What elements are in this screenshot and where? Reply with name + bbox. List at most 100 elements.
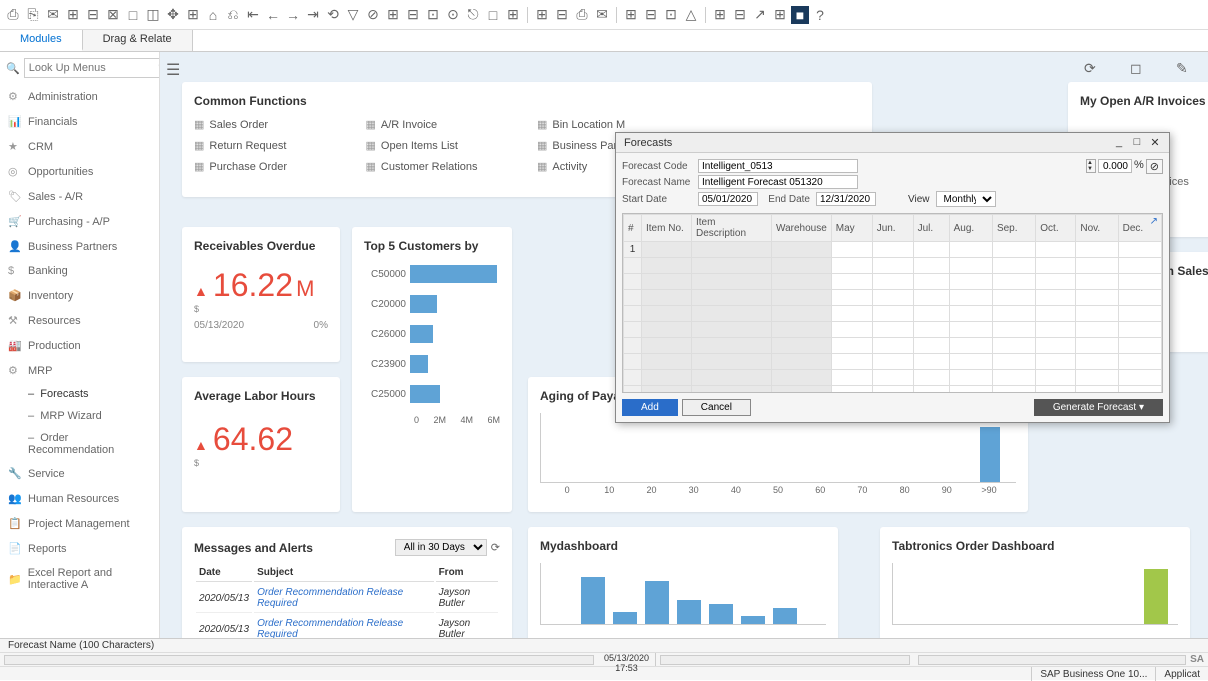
menu-item[interactable]: $Banking: [0, 259, 159, 283]
table-row[interactable]: 2020/05/13Order Recommendation Release R…: [196, 615, 498, 638]
toolbar-icon[interactable]: ⊟: [642, 6, 660, 24]
toolbar-icon[interactable]: ⎘: [24, 6, 42, 24]
cancel-button[interactable]: Cancel: [682, 399, 751, 416]
grid-row[interactable]: [624, 370, 1162, 386]
hamburger-icon[interactable]: ☰: [166, 60, 180, 80]
pct-stepper[interactable]: ▲▼: [1086, 159, 1096, 173]
grid-header[interactable]: Nov.: [1076, 215, 1118, 242]
minimize-icon[interactable]: _: [1113, 136, 1125, 149]
toolbar-icon[interactable]: ⊟: [553, 6, 571, 24]
refresh-icon[interactable]: ⟳: [491, 541, 500, 554]
toolbar-icon[interactable]: □: [484, 6, 502, 24]
grid-header[interactable]: Oct.: [1036, 215, 1076, 242]
menu-item[interactable]: ★CRM: [0, 134, 159, 159]
tab-drag-relate[interactable]: Drag & Relate: [83, 30, 193, 51]
grid-row[interactable]: [624, 386, 1162, 394]
function-item[interactable]: ▦Purchase Order: [194, 160, 346, 173]
function-item[interactable]: ▦Sales Order: [194, 118, 346, 131]
column-header[interactable]: From: [436, 564, 498, 582]
toolbar-icon[interactable]: ⊟: [84, 6, 102, 24]
column-header[interactable]: Subject: [254, 564, 434, 582]
toolbar-icon[interactable]: ⊞: [384, 6, 402, 24]
toolbar-icon[interactable]: ⇥: [304, 6, 322, 24]
menu-item[interactable]: 🔧Service: [0, 461, 159, 486]
toolbar-icon[interactable]: ⊞: [771, 6, 789, 24]
toolbar-icon[interactable]: ⊞: [533, 6, 551, 24]
scrollbar[interactable]: [660, 655, 910, 665]
toolbar-icon[interactable]: ■: [791, 6, 809, 24]
toolbar-icon[interactable]: ⊞: [184, 6, 202, 24]
toolbar-icon[interactable]: ⇤: [244, 6, 262, 24]
view-select[interactable]: Monthly: [936, 191, 996, 207]
toolbar-icon[interactable]: ✥: [164, 6, 182, 24]
grid-header[interactable]: Item No.: [642, 215, 692, 242]
grid-row[interactable]: [624, 338, 1162, 354]
toolbar-icon[interactable]: ⊞: [711, 6, 729, 24]
toolbar-icon[interactable]: ⊡: [662, 6, 680, 24]
forecast-name-input[interactable]: [698, 175, 858, 189]
function-item[interactable]: ▦Customer Relations: [366, 160, 518, 173]
grid-header[interactable]: #: [624, 215, 642, 242]
grid-row[interactable]: [624, 322, 1162, 338]
edit-icon[interactable]: ✎: [1176, 60, 1192, 76]
table-row[interactable]: 2020/05/13Order Recommendation Release R…: [196, 584, 498, 613]
grid-header[interactable]: Jul.: [913, 215, 949, 242]
menu-item[interactable]: 📁Excel Report and Interactive A: [0, 561, 159, 597]
function-item[interactable]: ▦A/R Invoice: [366, 118, 518, 131]
toolbar-icon[interactable]: ⊙: [444, 6, 462, 24]
menu-item[interactable]: 🛒Purchasing - A/P: [0, 209, 159, 234]
toolbar-icon[interactable]: →: [284, 6, 302, 24]
toolbar-icon[interactable]: ⎌: [224, 6, 242, 24]
tag-icon[interactable]: ◻: [1130, 60, 1146, 76]
expand-grid-icon[interactable]: ↗: [1150, 216, 1158, 227]
grid-header[interactable]: Warehouse: [772, 215, 832, 242]
toolbar-icon[interactable]: ⊞: [504, 6, 522, 24]
refresh-icon[interactable]: ⟳: [1084, 60, 1100, 76]
menu-item[interactable]: 👥Human Resources: [0, 486, 159, 511]
toolbar-icon[interactable]: ⎋: [464, 6, 482, 24]
function-item[interactable]: ▦Open Items List: [366, 139, 518, 152]
grid-row[interactable]: [624, 274, 1162, 290]
toolbar-icon[interactable]: ⎙: [4, 6, 22, 24]
toolbar-icon[interactable]: ⌂: [204, 6, 222, 24]
submenu-item[interactable]: – MRP Wizard: [0, 405, 159, 427]
toolbar-icon[interactable]: ⊞: [622, 6, 640, 24]
toolbar-icon[interactable]: ⊞: [64, 6, 82, 24]
grid-row[interactable]: 1: [624, 242, 1162, 258]
toolbar-icon[interactable]: ?: [811, 6, 829, 24]
grid-row[interactable]: [624, 306, 1162, 322]
close-icon[interactable]: ✕: [1149, 136, 1161, 149]
menu-item[interactable]: 🏷Sales - A/R: [0, 184, 159, 209]
toolbar-icon[interactable]: □: [124, 6, 142, 24]
start-date-input[interactable]: [698, 192, 758, 206]
toolbar-icon[interactable]: ⟲: [324, 6, 342, 24]
toolbar-icon[interactable]: ◫: [144, 6, 162, 24]
menu-item[interactable]: ⚙MRP: [0, 358, 159, 383]
menu-item[interactable]: 📦Inventory: [0, 283, 159, 308]
add-button[interactable]: Add: [622, 399, 678, 416]
toolbar-icon[interactable]: ⎙: [573, 6, 591, 24]
messages-filter[interactable]: All in 30 Days: [395, 539, 487, 556]
submenu-item[interactable]: – Forecasts: [0, 383, 159, 405]
function-item[interactable]: ▦Bin Location M: [537, 118, 689, 131]
toolbar-icon[interactable]: ←: [264, 6, 282, 24]
end-date-input[interactable]: [816, 192, 876, 206]
forecast-code-input[interactable]: [698, 159, 858, 173]
menu-item[interactable]: ⚙Administration: [0, 84, 159, 109]
function-item[interactable]: ▦Return Request: [194, 139, 346, 152]
column-header[interactable]: Date: [196, 564, 252, 582]
toolbar-icon[interactable]: ⊠: [104, 6, 122, 24]
toolbar-icon[interactable]: ↗: [751, 6, 769, 24]
menu-item[interactable]: 📄Reports: [0, 536, 159, 561]
toolbar-icon[interactable]: △: [682, 6, 700, 24]
toolbar-icon[interactable]: ⊟: [404, 6, 422, 24]
toolbar-icon[interactable]: ⊡: [424, 6, 442, 24]
grid-header[interactable]: Jun.: [872, 215, 913, 242]
scrollbar[interactable]: [4, 655, 594, 665]
grid-header[interactable]: Aug.: [949, 215, 992, 242]
pct-input[interactable]: [1098, 159, 1132, 173]
grid-row[interactable]: [624, 354, 1162, 370]
grid-header[interactable]: Item Description: [692, 215, 772, 242]
toolbar-icon[interactable]: ✉: [593, 6, 611, 24]
grid-row[interactable]: [624, 290, 1162, 306]
